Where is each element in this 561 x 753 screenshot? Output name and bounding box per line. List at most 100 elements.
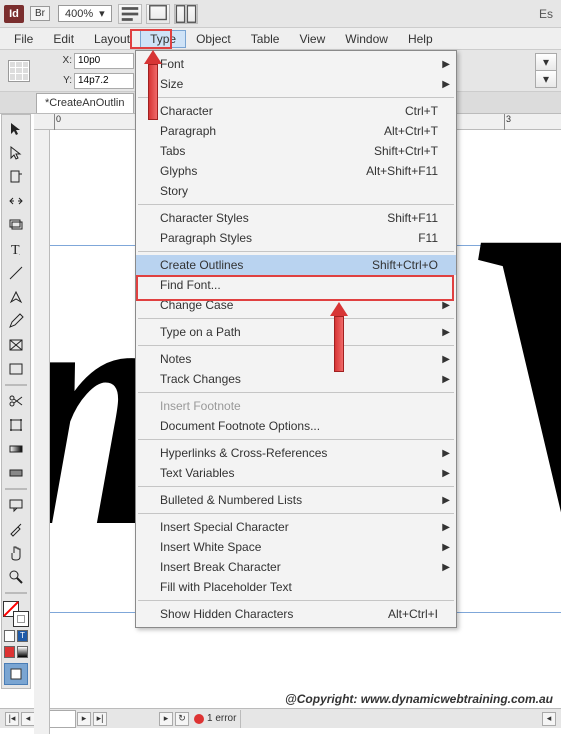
menu-item-paragraph[interactable]: ParagraphAlt+Ctrl+T xyxy=(136,121,456,141)
menu-item-character[interactable]: CharacterCtrl+T xyxy=(136,101,456,121)
rectangle-frame-tool[interactable] xyxy=(4,334,28,356)
menu-separator xyxy=(138,204,454,205)
eyedropper-tool[interactable] xyxy=(4,518,28,540)
ruler-tick: 0 xyxy=(54,114,61,130)
submenu-arrow-icon: ▶ xyxy=(442,495,450,506)
sync-button[interactable]: ↻ xyxy=(175,712,189,726)
zoom-tool[interactable] xyxy=(4,566,28,588)
menu-item-shortcut: Alt+Shift+F11 xyxy=(366,164,438,178)
menu-item-shortcut: Alt+Ctrl+T xyxy=(384,124,438,138)
color-apply-row[interactable]: T xyxy=(3,629,29,643)
menu-item-insert-special-character[interactable]: Insert Special Character▶ xyxy=(136,517,456,537)
arrange-docs-button[interactable] xyxy=(174,4,198,24)
annotation-arrow-up-2 xyxy=(330,302,348,372)
open-button[interactable]: ▸ xyxy=(159,712,173,726)
content-collector-tool[interactable] xyxy=(4,214,28,236)
menu-item-label: Insert Footnote xyxy=(160,399,241,413)
last-page-button[interactable]: ▸| xyxy=(93,712,107,726)
control-dropdown-1[interactable]: ▾ xyxy=(535,53,557,71)
menu-item-type-on-a-path[interactable]: Type on a Path▶ xyxy=(136,322,456,342)
note-tool[interactable] xyxy=(4,494,28,516)
menu-item-paragraph-styles[interactable]: Paragraph StylesF11 xyxy=(136,228,456,248)
stroke-swatch[interactable] xyxy=(13,611,29,627)
gradient-swatch-tool[interactable] xyxy=(4,438,28,460)
prev-page-button[interactable]: ◂ xyxy=(21,712,35,726)
menu-item-label: Font xyxy=(160,57,184,71)
menu-item-size[interactable]: Size▶ xyxy=(136,74,456,94)
menu-item-text-variables[interactable]: Text Variables▶ xyxy=(136,463,456,483)
tool-separator xyxy=(5,592,27,594)
menu-item-insert-break-character[interactable]: Insert Break Character▶ xyxy=(136,557,456,577)
line-tool[interactable] xyxy=(4,262,28,284)
control-dropdown-2[interactable]: ▾ xyxy=(535,70,557,88)
menu-item-tabs[interactable]: TabsShift+Ctrl+T xyxy=(136,141,456,161)
workspace-label[interactable]: Es xyxy=(539,7,557,21)
menu-window[interactable]: Window xyxy=(335,30,398,48)
scissors-tool[interactable] xyxy=(4,390,28,412)
menu-edit[interactable]: Edit xyxy=(43,30,84,48)
gap-tool[interactable] xyxy=(4,190,28,212)
free-transform-tool[interactable] xyxy=(4,414,28,436)
submenu-arrow-icon: ▶ xyxy=(442,300,450,311)
menu-item-hyperlinks-cross-references[interactable]: Hyperlinks & Cross-References▶ xyxy=(136,443,456,463)
glyph-v: V xyxy=(450,155,561,635)
menu-type[interactable]: Type xyxy=(140,30,186,48)
menu-item-font[interactable]: Font ▶ xyxy=(136,54,456,74)
x-input[interactable] xyxy=(74,53,134,69)
reference-point-selector[interactable] xyxy=(8,60,30,82)
document-tab[interactable]: *CreateAnOutlin xyxy=(36,93,134,113)
annotation-arrow-up-1 xyxy=(144,50,162,120)
menu-item-fill-with-placeholder-text[interactable]: Fill with Placeholder Text xyxy=(136,577,456,597)
direct-selection-tool[interactable] xyxy=(4,142,28,164)
selection-tool[interactable] xyxy=(4,118,28,140)
pencil-tool[interactable] xyxy=(4,310,28,332)
menu-item-find-font[interactable]: Find Font... xyxy=(136,275,456,295)
fill-stroke-swatch[interactable] xyxy=(3,601,29,627)
submenu-arrow-icon: ▶ xyxy=(442,374,450,385)
menu-item-label: Bulleted & Numbered Lists xyxy=(160,493,302,507)
menu-table[interactable]: Table xyxy=(241,30,290,48)
menu-item-glyphs[interactable]: GlyphsAlt+Shift+F11 xyxy=(136,161,456,181)
page-tool[interactable] xyxy=(4,166,28,188)
menu-item-notes[interactable]: Notes▶ xyxy=(136,349,456,369)
menu-item-change-case[interactable]: Change Case▶ xyxy=(136,295,456,315)
menu-file[interactable]: File xyxy=(4,30,43,48)
bridge-badge[interactable]: Br xyxy=(30,6,50,21)
zoom-field[interactable]: 400%▾ xyxy=(58,5,112,22)
menu-item-story[interactable]: Story xyxy=(136,181,456,201)
menu-view[interactable]: View xyxy=(289,30,335,48)
scroll-left-button[interactable]: ◂ xyxy=(542,712,556,726)
menu-item-show-hidden-characters[interactable]: Show Hidden CharactersAlt+Ctrl+I xyxy=(136,604,456,624)
view-options-button[interactable] xyxy=(118,4,142,24)
menu-layout[interactable]: Layout xyxy=(84,30,140,48)
menu-item-insert-white-space[interactable]: Insert White Space▶ xyxy=(136,537,456,557)
color-mode-row[interactable] xyxy=(3,645,29,659)
menu-separator xyxy=(138,97,454,98)
menu-item-label: Show Hidden Characters xyxy=(160,607,293,621)
menu-separator xyxy=(138,392,454,393)
ruler-tick: 3 xyxy=(504,114,511,130)
menu-item-create-outlines[interactable]: Create OutlinesShift+Ctrl+O xyxy=(136,255,456,275)
first-page-button[interactable]: |◂ xyxy=(5,712,19,726)
status-bar: |◂ ◂ 1 ▸ ▸| ▸ ↻ 1 error ◂ xyxy=(0,708,561,728)
menu-item-bulleted-numbered-lists[interactable]: Bulleted & Numbered Lists ▶ xyxy=(136,490,456,510)
menu-object[interactable]: Object xyxy=(186,30,241,48)
menu-item-document-footnote-options[interactable]: Document Footnote Options... xyxy=(136,416,456,436)
view-mode-button[interactable] xyxy=(4,663,28,685)
rectangle-tool[interactable] xyxy=(4,358,28,380)
error-dot-icon xyxy=(194,714,204,724)
menu-help[interactable]: Help xyxy=(398,30,443,48)
gradient-feather-tool[interactable] xyxy=(4,462,28,484)
menu-item-insert-footnote: Insert Footnote xyxy=(136,396,456,416)
pen-tool[interactable] xyxy=(4,286,28,308)
submenu-arrow-icon: ▶ xyxy=(442,59,450,70)
screen-mode-button[interactable] xyxy=(146,4,170,24)
menu-item-track-changes[interactable]: Track Changes▶ xyxy=(136,369,456,389)
next-page-button[interactable]: ▸ xyxy=(77,712,91,726)
menu-item-character-styles[interactable]: Character StylesShift+F11 xyxy=(136,208,456,228)
y-input[interactable] xyxy=(74,73,134,89)
menu-separator xyxy=(138,439,454,440)
hand-tool[interactable] xyxy=(4,542,28,564)
error-count[interactable]: 1 error xyxy=(207,713,236,724)
type-tool[interactable]: T. xyxy=(4,238,28,260)
